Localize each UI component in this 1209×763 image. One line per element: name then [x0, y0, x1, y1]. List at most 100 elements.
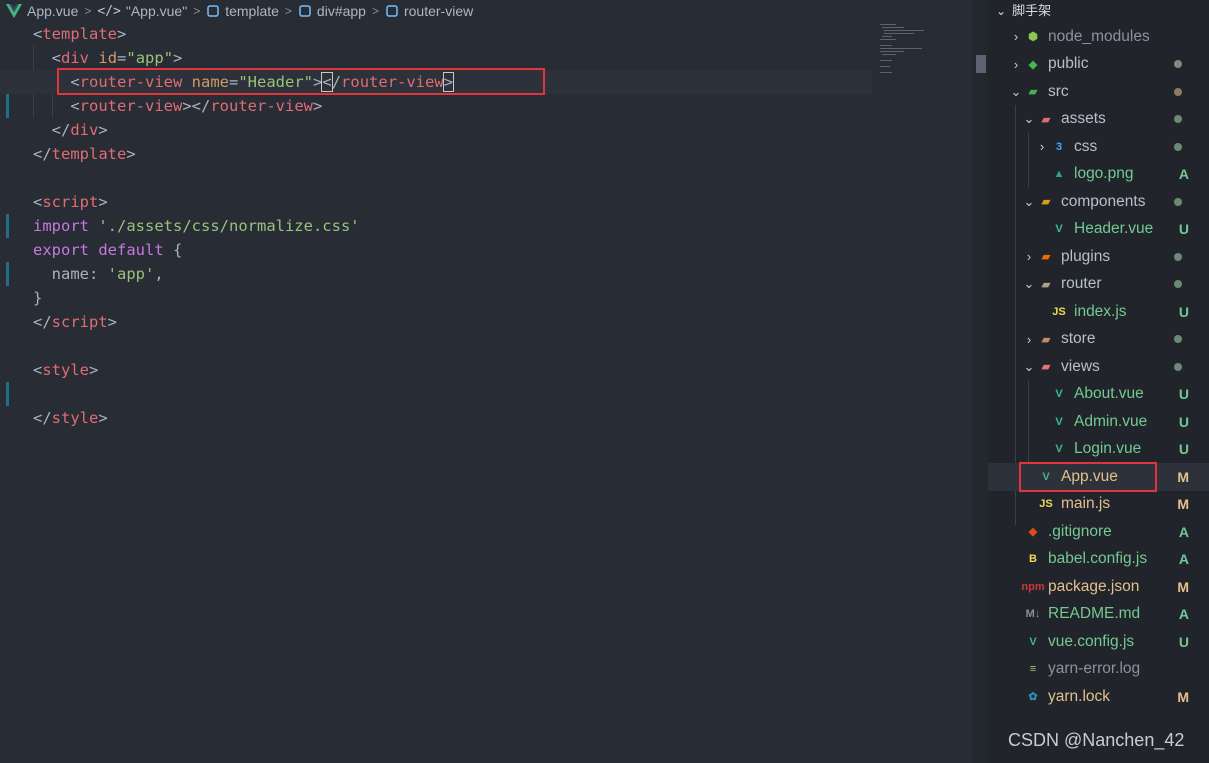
tree-item-label: Login.vue [1074, 440, 1142, 458]
chevron-right-icon[interactable]: › [1009, 29, 1023, 44]
breadcrumb-symbol[interactable]: </> "App.vue" [97, 3, 187, 19]
tree-item-css[interactable]: › 3 css [988, 133, 1209, 161]
code-token: script [51, 313, 108, 331]
code-line[interactable]: name: 'app', [0, 262, 872, 286]
tree-item-store[interactable]: › ▰ store [988, 326, 1209, 354]
minimap[interactable] [876, 22, 972, 82]
code-line[interactable]: <div id="app"> [0, 46, 872, 70]
tree-item-public[interactable]: › ◆ public [988, 51, 1209, 79]
tree-item-login-vue[interactable]: V Login.vue U [988, 436, 1209, 464]
code-line[interactable]: <template> [0, 22, 872, 46]
tree-item-node-modules[interactable]: › ⬢ node_modules [988, 23, 1209, 51]
tree-item-label: Header.vue [1074, 220, 1154, 238]
code-line[interactable] [0, 382, 872, 406]
breadcrumb-router-view-label: router-view [403, 3, 474, 19]
breadcrumb-div[interactable]: div#app [298, 3, 366, 19]
code-token: { [163, 241, 183, 259]
css-icon: 3 [1055, 140, 1063, 153]
code-line-text: import './assets/css/normalize.css' [33, 214, 360, 238]
tree-item-about-vue[interactable]: V About.vue U [988, 381, 1209, 409]
chevron-right-icon: > [284, 4, 292, 18]
code-line[interactable]: <router-view></router-view> [0, 94, 872, 118]
assets-folder-icon: ▰ [1041, 113, 1051, 126]
code-editor[interactable]: <template> <div id="app"> < router-view n… [0, 22, 972, 763]
code-line[interactable]: </div> [0, 118, 872, 142]
code-line-text: </div> [33, 118, 108, 142]
chevron-right-icon[interactable]: › [1022, 332, 1036, 347]
tree-item-src[interactable]: ⌄ ▰ src [988, 78, 1209, 106]
chevron-down-icon[interactable]: ⌄ [1022, 276, 1036, 292]
chevron-down-icon[interactable]: ⌄ [1009, 84, 1023, 100]
git-status-badge: A [1178, 166, 1189, 183]
code-line-text: </script> [33, 310, 117, 334]
element-cube-icon [207, 5, 219, 17]
code-token: template [51, 145, 127, 163]
tree-item-index-js[interactable]: JS index.js U [988, 298, 1209, 326]
code-line[interactable]: </style> [0, 406, 872, 430]
workspace-title: 脚手架 [1012, 3, 1052, 18]
code-line[interactable]: <style> [0, 358, 872, 382]
code-line[interactable]: export default { [0, 238, 872, 262]
code-line[interactable] [0, 334, 872, 358]
tree-item-yarn-lock[interactable]: ✿ yarn.lock M [988, 683, 1209, 711]
annotation-highlight-box [1019, 462, 1157, 492]
code-token: < [33, 361, 43, 379]
tree-item-router[interactable]: ⌄ ▰ router [988, 271, 1209, 299]
code-line-text: export default { [33, 238, 182, 262]
code-token: 'app' [107, 265, 155, 283]
code-line[interactable] [0, 166, 872, 190]
tree-item-main-js[interactable]: JS main.js M [988, 491, 1209, 519]
chevron-right-icon: > [371, 4, 379, 18]
code-line[interactable]: } [0, 286, 872, 310]
tree-item-babel-config-js[interactable]: Bbabel.config.js A [988, 546, 1209, 574]
src-folder-icon: ▰ [1028, 86, 1038, 99]
vue-file-icon: V [1055, 443, 1063, 456]
code-token: } [33, 289, 43, 307]
code-token: , [154, 265, 164, 283]
chevron-down-icon[interactable]: ⌄ [1022, 111, 1036, 127]
chevron-right-icon[interactable]: › [1035, 139, 1049, 154]
tree-item-plugins[interactable]: › ▰ plugins [988, 243, 1209, 271]
tree-item-vue-config-js[interactable]: Vvue.config.js U [988, 628, 1209, 656]
tree-item-label: README.md [1048, 605, 1141, 623]
code-token: router-view [210, 97, 313, 115]
tree-item-admin-vue[interactable]: V Admin.vue U [988, 408, 1209, 436]
vue-logo-icon [6, 4, 22, 18]
git-status-badge: U [1178, 221, 1189, 238]
tree-item-views[interactable]: ⌄ ▰ views [988, 353, 1209, 381]
chevron-right-icon[interactable]: › [1022, 249, 1036, 264]
code-line[interactable]: import './assets/css/normalize.css' [0, 214, 872, 238]
chevron-down-icon[interactable]: ⌄ [1022, 194, 1036, 210]
tree-item-components[interactable]: ⌄ ▰ components [988, 188, 1209, 216]
chevron-down-icon[interactable]: ⌄ [1022, 359, 1036, 375]
explorer-header[interactable]: ⌄ 脚手架 [988, 0, 1209, 22]
element-cube-icon [299, 5, 311, 17]
code-token: div [70, 121, 99, 139]
breadcrumb-router-view[interactable]: router-view [385, 3, 473, 19]
tree-item-header-vue[interactable]: V Header.vue U [988, 216, 1209, 244]
code-line[interactable]: </script> [0, 310, 872, 334]
code-token: > [98, 409, 108, 427]
code-line[interactable]: <script> [0, 190, 872, 214]
git-status-badge: M [1177, 578, 1189, 595]
tree-item-gitignore[interactable]: ◆ .gitignore A [988, 518, 1209, 546]
tree-item-assets[interactable]: ⌄ ▰ assets [988, 106, 1209, 134]
code-token: > [117, 25, 127, 43]
store-folder-icon: ▰ [1041, 333, 1051, 346]
tree-item-readme-md[interactable]: M↓ README.md A [988, 601, 1209, 629]
tree-item-logo-png[interactable]: ▲ logo.png A [988, 161, 1209, 189]
editor-scrollbar[interactable] [972, 0, 988, 763]
tree-item-yarn-error-log[interactable]: ≡ yarn-error.log [988, 656, 1209, 684]
code-line[interactable]: </template> [0, 142, 872, 166]
code-symbol-icon: </> [97, 3, 121, 19]
chevron-right-icon[interactable]: › [1009, 57, 1023, 72]
scrollbar-thumb[interactable] [976, 55, 986, 73]
tree-item-package-json[interactable]: npm package.json M [988, 573, 1209, 601]
markdown-icon: M↓ [1025, 608, 1041, 621]
breadcrumb-file[interactable]: App.vue [6, 3, 78, 19]
git-status-dot [1174, 115, 1182, 124]
git-status-badge: M [1177, 468, 1189, 485]
breadcrumb-template[interactable]: template [206, 3, 279, 19]
